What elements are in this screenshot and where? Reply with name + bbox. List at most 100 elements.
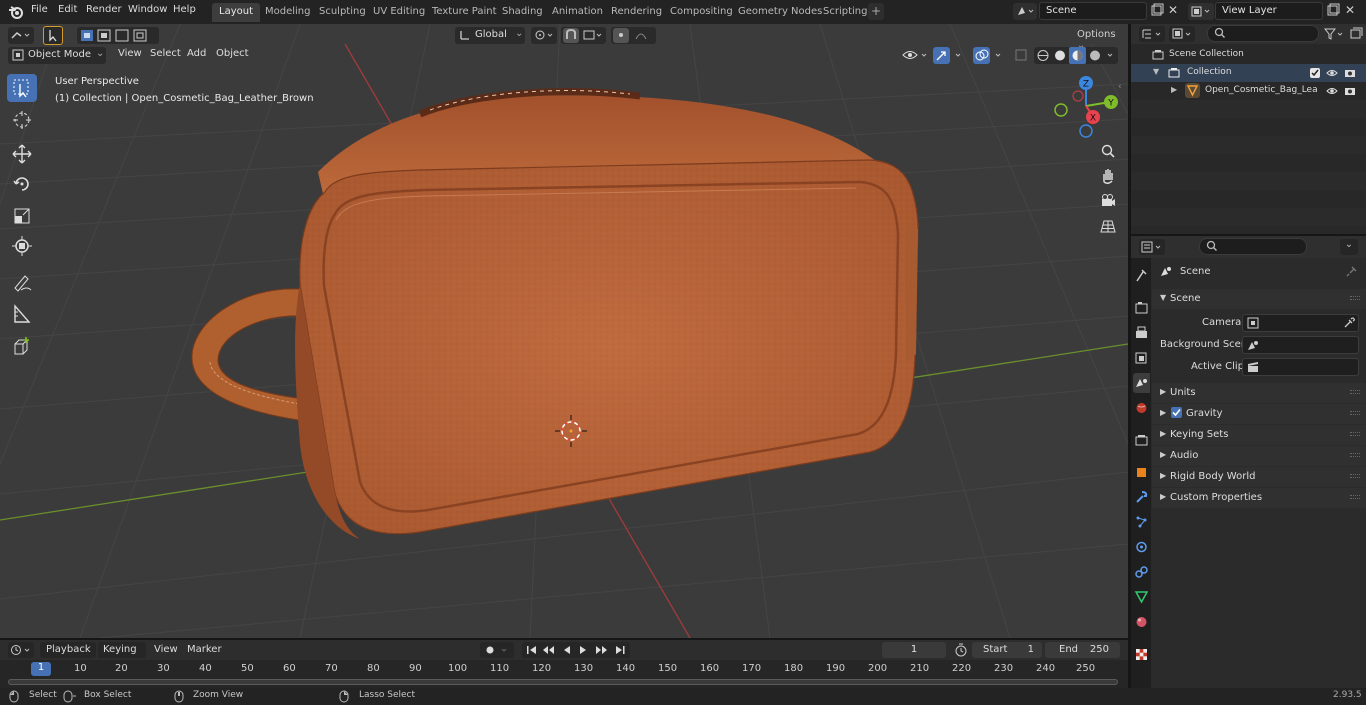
view-layer-field[interactable]: View Layer [1215,2,1323,20]
transform-orientation-dropdown[interactable]: Global ⌄ [455,27,525,44]
playhead-frame-indicator[interactable]: 1 [31,662,51,676]
scene-name-field[interactable]: Scene [1039,2,1147,20]
material-tab-icon[interactable] [1133,612,1150,632]
pan-view-hand-icon[interactable] [1097,165,1119,187]
navigation-gizmo[interactable]: Z Y X [1050,74,1122,142]
camera-view-icon[interactable] [1097,190,1119,212]
playback-controls[interactable] [522,642,630,658]
options-button[interactable]: Options ⌄ [1071,27,1123,51]
chevron-down-icon[interactable]: ⌄ [1340,239,1358,255]
scene-browse-icon[interactable] [1013,3,1037,20]
new-collection-icon[interactable] [1349,26,1363,42]
render-tab-icon[interactable] [1133,298,1150,318]
tab-layout[interactable]: Layout [212,3,260,22]
menu-file[interactable]: File [31,4,48,15]
menu-render[interactable]: Render [86,4,122,15]
view-layer-copy-icon[interactable] [1325,3,1341,19]
add-cube-tool-icon[interactable] [7,334,37,362]
pivot-point-icon[interactable] [531,27,557,44]
keying-sets-panel-header[interactable]: ▶ Keying Sets [1152,425,1366,445]
drag-grip-icon[interactable] [1350,453,1360,457]
current-frame-field[interactable]: 1 [882,642,946,658]
scrollbar-thumb[interactable] [8,679,1118,685]
eye-icon[interactable] [1326,67,1338,79]
xray-toggle-icon[interactable] [1014,47,1028,64]
rigid-body-world-panel-header[interactable]: ▶ Rigid Body World [1152,467,1366,487]
menu-edit[interactable]: Edit [58,4,77,15]
selection-mode-group[interactable] [77,27,159,44]
properties-search-input[interactable] [1199,238,1307,255]
camera-render-icon[interactable] [1344,85,1356,97]
view-layer-browse-icon[interactable] [1188,3,1214,20]
gravity-checkbox[interactable] [1171,407,1182,418]
outliner-search-input[interactable] [1207,25,1319,42]
gizmo-toggle-icon[interactable] [933,47,967,64]
tab-rendering[interactable]: Rendering [604,3,669,22]
select-tool-icon[interactable] [43,26,63,45]
tab-modeling[interactable]: Modeling [258,3,318,22]
constraints-tab-icon[interactable] [1133,562,1150,582]
record-keyframe-button[interactable] [480,642,514,658]
annotate-tool-icon[interactable] [7,268,37,296]
expand-right-icon[interactable]: ▶ [1171,85,1177,94]
editor-type-icon[interactable] [8,27,34,44]
background-scene-field[interactable] [1242,336,1359,354]
perspective-toggle-grid-icon[interactable] [1097,215,1119,237]
timeline-scrollbar[interactable] [8,679,1118,685]
collection-tab-icon[interactable] [1133,430,1150,450]
drag-grip-icon[interactable] [1350,390,1360,394]
properties-editor-type-icon[interactable] [1139,239,1165,255]
exclude-checkbox[interactable] [1310,68,1320,78]
scene-panel-header[interactable]: ▼ Scene [1152,289,1366,309]
scene-copy-icon[interactable] [1149,3,1165,19]
viewport-menu-object[interactable]: Object [216,48,249,59]
menu-help[interactable]: Help [173,4,196,15]
mode-dropdown[interactable]: Object Mode ⌄ [8,47,106,64]
3d-viewport[interactable]: Global ⌄ Options ⌄ Object Mode ⌄ View Se… [0,24,1128,638]
tab-geometry-nodes[interactable]: Geometry Nodes [731,3,829,22]
tab-shading[interactable]: Shading [495,3,550,22]
tab-animation[interactable]: Animation [545,3,610,22]
drag-grip-icon[interactable] [1350,474,1360,478]
stopwatch-icon[interactable] [952,642,970,658]
custom-properties-panel-header[interactable]: ▶ Custom Properties [1152,488,1366,508]
audio-panel-header[interactable]: ▶ Audio [1152,446,1366,466]
end-frame-field[interactable]: End 250 [1045,642,1120,658]
outliner-editor-type-icon[interactable] [1139,26,1165,42]
rotate-tool-icon[interactable] [7,170,37,198]
zoom-view-icon[interactable] [1097,140,1119,162]
outliner-row-collection[interactable]: ▼ Collection [1131,64,1366,82]
outliner-row-scene-collection[interactable]: Scene Collection [1131,46,1366,64]
select-box-tool-icon[interactable] [7,74,37,102]
eye-icon[interactable] [1326,85,1338,97]
viewport-menu-view[interactable]: View [118,48,142,59]
display-mode-icon[interactable] [1169,26,1195,42]
tab-texture-paint[interactable]: Texture Paint [425,3,504,22]
gravity-panel-header[interactable]: ▶ Gravity [1152,404,1366,424]
tab-uv-editing[interactable]: UV Editing [366,3,432,22]
visibility-filter-icon[interactable] [901,47,931,64]
drag-grip-icon[interactable] [1350,296,1360,300]
menu-window[interactable]: Window [128,4,167,15]
transform-tool-icon[interactable] [7,232,37,260]
drag-grip-icon[interactable] [1350,432,1360,436]
move-tool-icon[interactable] [7,140,37,168]
cursor-tool-icon[interactable] [7,106,37,134]
particles-tab-icon[interactable] [1133,512,1150,532]
output-tab-icon[interactable] [1133,323,1150,343]
timeline-menu-view[interactable]: View [154,644,178,655]
overlays-toggle-icon[interactable] [973,47,1007,64]
shading-mode-group[interactable] [1034,47,1118,64]
outliner-row-object[interactable]: ▶ Open_Cosmetic_Bag_Lea [1131,82,1366,100]
expand-down-icon[interactable]: ▼ [1153,67,1159,76]
measure-tool-icon[interactable] [7,300,37,328]
timeline-ruler[interactable]: 1 10 20 30 40 50 60 70 80 90 100 110 120… [0,660,1128,688]
physics-tab-icon[interactable] [1133,537,1150,557]
blender-logo-icon[interactable] [8,4,24,20]
camera-field[interactable] [1242,314,1359,332]
viewport-menu-select[interactable]: Select [150,48,181,59]
viewport-menu-add[interactable]: Add [187,48,206,59]
units-panel-header[interactable]: ▶ Units [1152,383,1366,403]
view-layer-close-icon[interactable]: ✕ [1345,3,1359,19]
playback-menu[interactable]: Playback ⌄ [40,642,96,666]
